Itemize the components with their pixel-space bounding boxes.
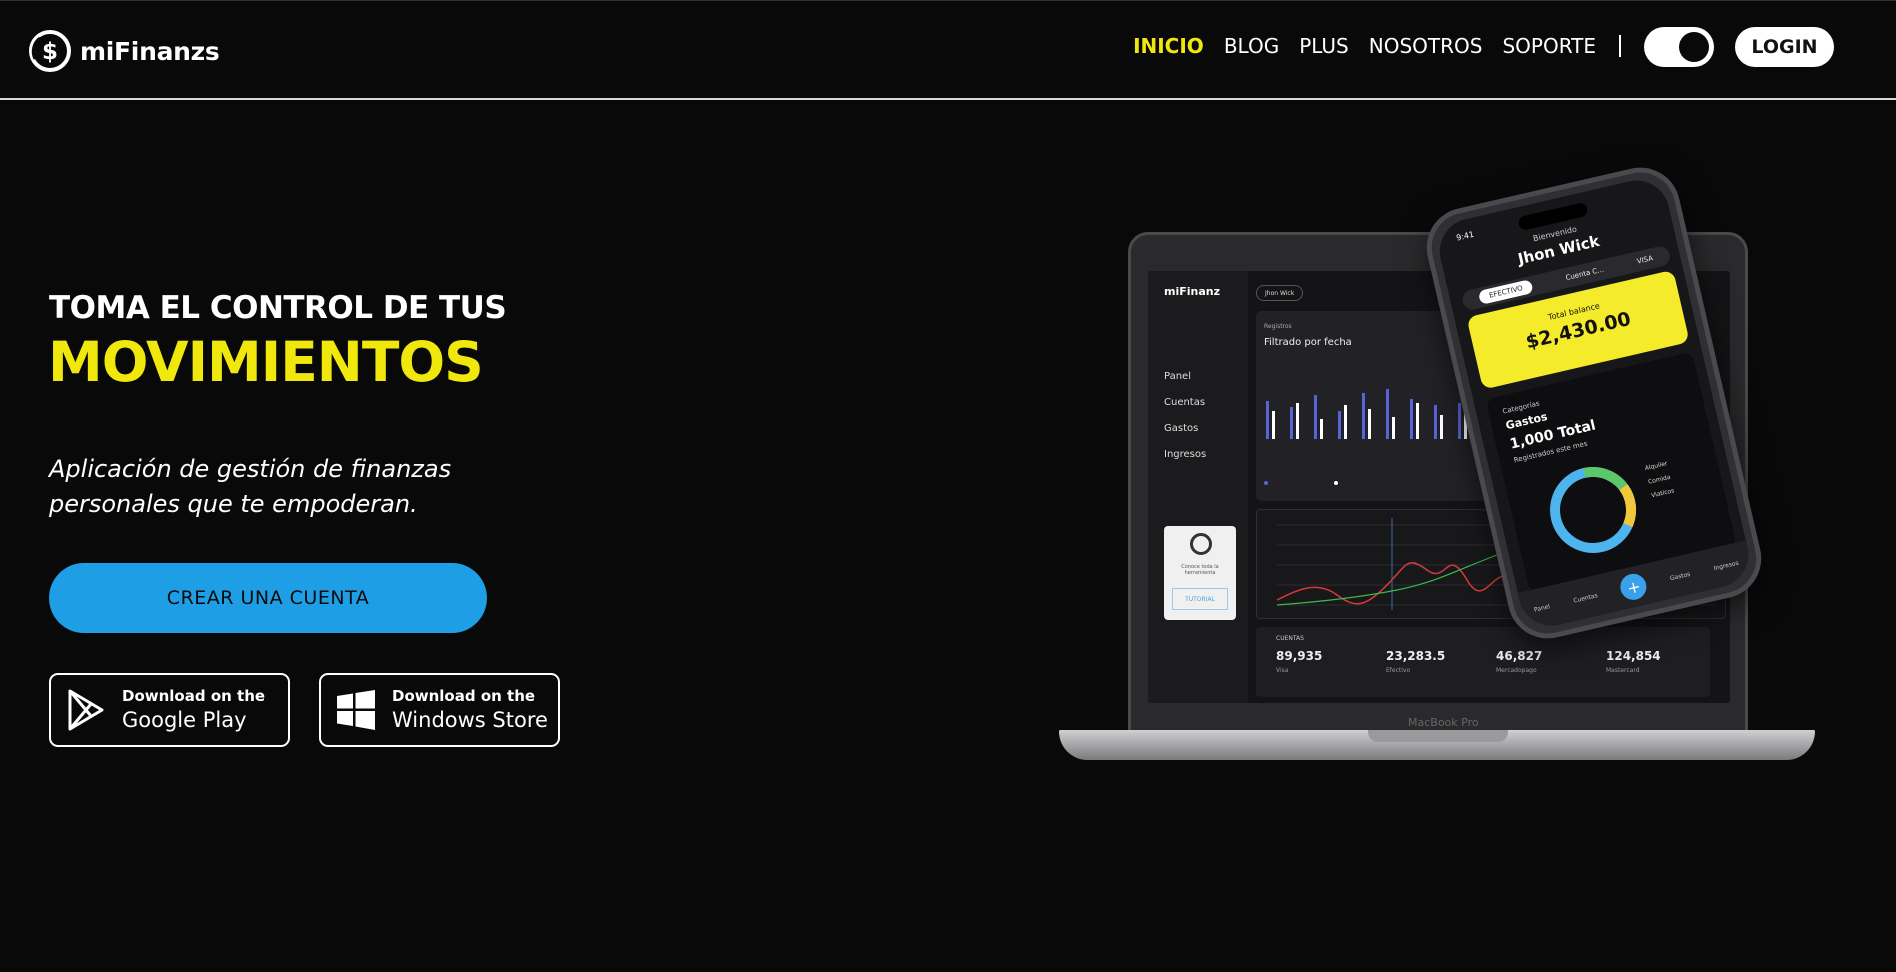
laptop-brand: miFinanz — [1164, 285, 1221, 298]
hero-title-line2: MOVIMIENTOS — [48, 330, 484, 394]
laptop-menu-gastos: Gastos — [1164, 423, 1199, 434]
account-label: Mercadopago — [1496, 667, 1537, 674]
account-label: Visa — [1276, 667, 1289, 674]
phone-nav-item: Gastos — [1669, 570, 1691, 582]
theme-toggle[interactable] — [1644, 27, 1714, 67]
laptop-model-label: MacBook Pro — [1408, 716, 1479, 729]
windows-store-button[interactable]: Download on the Windows Store — [319, 673, 560, 747]
google-play-icon — [68, 689, 104, 731]
laptop-menu-cuentas: Cuentas — [1164, 397, 1206, 408]
google-play-big: Google Play — [122, 707, 247, 732]
toggle-knob — [1679, 32, 1709, 62]
phone-tab: Cuenta C... — [1564, 265, 1605, 283]
nav-item-plus[interactable]: PLUS — [1299, 34, 1349, 58]
login-button[interactable]: LOGIN — [1735, 27, 1834, 67]
laptop-accounts-panel: CUENTAS 89,935 Visa 23,283.5 Efectivo 46… — [1256, 627, 1710, 697]
eye-icon — [1190, 533, 1212, 555]
account-value: 23,283.5 — [1386, 649, 1446, 663]
google-play-button[interactable]: Download on the Google Play — [49, 673, 290, 747]
legend-item: Viaticos — [1650, 487, 1676, 500]
account-label: Mastercard — [1606, 667, 1640, 674]
phone-tab: EFECTIVO — [1477, 279, 1535, 305]
laptop-menu-panel: Panel — [1164, 371, 1191, 382]
nav-item-nosotros[interactable]: NOSOTROS — [1369, 34, 1483, 58]
tutorial-card-text: Conoce toda la herramienta — [1181, 564, 1219, 576]
account-value: 46,827 — [1496, 649, 1543, 663]
nav-item-blog[interactable]: BLOG — [1224, 34, 1279, 58]
phone-time: 9:41 — [1455, 229, 1475, 243]
laptop-sidebar: miFinanz Panel Cuentas Gastos Ingresos C… — [1148, 271, 1248, 703]
brand-logo[interactable]: $ miFinanzs — [28, 29, 220, 73]
accounts-label: CUENTAS — [1276, 635, 1304, 642]
nav-divider — [1619, 35, 1621, 57]
hero-subtitle: Aplicación de gestión de finanzas person… — [49, 455, 452, 518]
laptop-user-chip: Jhon Wick — [1256, 285, 1304, 301]
windows-store-small: Download on the — [392, 687, 536, 706]
phone-nav-item: Cuentas — [1572, 591, 1599, 605]
phone-nav-item: Ingresos — [1712, 559, 1740, 572]
windows-store-big: Windows Store — [392, 707, 548, 732]
nav-item-inicio[interactable]: INICIO — [1133, 34, 1204, 58]
brand-name: miFinanzs — [80, 36, 220, 66]
dollar-coin-icon: $ — [29, 30, 71, 72]
laptop-tutorial-card: Conoce toda la herramienta TUTORIAL — [1164, 526, 1236, 620]
laptop-menu-ingresos: Ingresos — [1164, 449, 1207, 460]
nav-item-soporte[interactable]: SOPORTE — [1502, 34, 1596, 58]
svg-text:$: $ — [42, 39, 58, 65]
windows-icon — [337, 690, 375, 730]
main-nav: INICIO BLOG PLUS NOSOTROS SOPORTE — [1113, 34, 1596, 58]
plus-icon: + — [1618, 571, 1650, 603]
phone-tab: VISA — [1636, 254, 1654, 266]
hero-title-line1: TOMA EL CONTROL DE TUS — [49, 290, 507, 326]
tutorial-button: TUTORIAL — [1172, 588, 1228, 610]
legend-item: Comida — [1647, 473, 1672, 486]
account-value: 89,935 — [1276, 649, 1323, 663]
create-account-button[interactable]: CREAR UNA CUENTA — [49, 563, 487, 633]
google-play-small: Download on the — [122, 687, 266, 706]
top-navbar: $ miFinanzs INICIO BLOG PLUS NOSOTROS SO… — [0, 0, 1896, 100]
account-value: 124,854 — [1606, 649, 1661, 663]
phone-nav-item: Panel — [1533, 602, 1551, 614]
account-label: Efectivo — [1386, 667, 1411, 674]
legend-item: Alquiler — [1644, 460, 1669, 473]
category-donut-chart — [1550, 466, 1637, 553]
laptop-notch — [1368, 730, 1508, 742]
